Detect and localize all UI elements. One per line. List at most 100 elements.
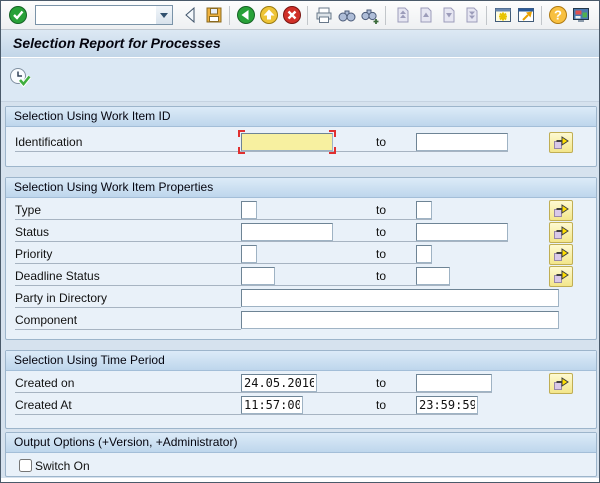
field-label: Identification (15, 135, 83, 149)
priority-to-input[interactable] (416, 245, 432, 263)
print-icon[interactable] (312, 4, 335, 27)
multiple-selection-button[interactable] (549, 222, 573, 243)
cancel-icon[interactable] (280, 4, 303, 27)
command-input[interactable] (35, 5, 173, 25)
exit-icon[interactable] (257, 4, 280, 27)
created-on-to-input[interactable] (416, 374, 492, 392)
save-icon[interactable] (202, 4, 225, 27)
section-output-options: Output Options (+Version, +Administrator… (5, 432, 597, 477)
field-row-status: Status to (6, 222, 596, 244)
toolbar-separator (229, 5, 230, 25)
priority-from-input[interactable] (241, 245, 257, 263)
field-label: Component (15, 313, 78, 327)
multiple-selection-button[interactable] (549, 266, 573, 287)
find-next-icon[interactable] (358, 4, 381, 27)
field-row-type: Type to (6, 200, 596, 222)
leader-line (15, 241, 508, 242)
bottom-strip (1, 478, 599, 482)
to-label: to (376, 203, 387, 217)
execute-icon[interactable] (7, 65, 33, 91)
identification-to-input[interactable] (416, 133, 508, 151)
switch-on-checkbox[interactable] (19, 459, 32, 472)
field-row-identification: Identification to (6, 130, 596, 154)
leader-line (15, 285, 450, 286)
first-page-icon[interactable] (390, 4, 413, 27)
type-from-input[interactable] (241, 201, 257, 219)
new-session-icon[interactable] (491, 4, 514, 27)
help-icon[interactable]: ? (546, 4, 569, 27)
created-on-from-input[interactable] (241, 374, 317, 392)
sap-window: ? Selection Report for Processes Selecti… (0, 0, 600, 483)
leader-line (15, 263, 432, 264)
field-row-party-in-directory: Party in Directory (6, 288, 596, 310)
page-up-icon[interactable] (413, 4, 436, 27)
section-time-period: Selection Using Time Period Created on t… (5, 350, 597, 429)
deadline-status-to-input[interactable] (416, 267, 450, 285)
leader-line (15, 219, 432, 220)
application-toolbar (1, 59, 599, 102)
collapse-command-field-icon[interactable] (179, 4, 202, 27)
command-field (35, 5, 173, 25)
field-label: Created on (15, 376, 75, 390)
field-row-deadline-status: Deadline Status to (6, 266, 596, 288)
section-work-item-id: Selection Using Work Item ID Identificat… (5, 106, 597, 167)
field-row-created-at: Created At to (6, 395, 596, 417)
identification-from-input[interactable] (241, 133, 333, 151)
command-dropdown-icon[interactable] (156, 6, 172, 24)
multiple-selection-button[interactable] (549, 132, 573, 153)
field-label: Type (15, 203, 42, 217)
create-shortcut-icon[interactable] (514, 4, 537, 27)
toolbar-separator (486, 5, 487, 25)
svg-text:?: ? (554, 8, 562, 23)
field-row-switch-on: Switch On (6, 455, 596, 477)
field-label: Created At (15, 398, 72, 412)
to-label: to (376, 247, 387, 261)
leader-line (15, 329, 241, 330)
deadline-status-from-input[interactable] (241, 267, 275, 285)
component-input[interactable] (241, 311, 559, 329)
to-label: to (376, 225, 387, 239)
field-row-priority: Priority to (6, 244, 596, 266)
status-to-input[interactable] (416, 223, 508, 241)
system-toolbar: ? (1, 1, 599, 30)
to-label: to (376, 269, 387, 283)
customize-layout-icon[interactable] (569, 4, 592, 27)
back-icon[interactable] (234, 4, 257, 27)
leader-line (15, 414, 478, 415)
to-label: to (376, 398, 387, 412)
page-title: Selection Report for Processes (1, 30, 599, 58)
focused-field-frame (238, 130, 336, 154)
multiple-selection-button[interactable] (549, 373, 573, 394)
section-header: Selection Using Work Item Properties (6, 178, 596, 198)
field-label: Deadline Status (15, 269, 100, 283)
field-label: Status (15, 225, 50, 239)
field-label: Priority (15, 247, 53, 261)
leader-line (15, 151, 508, 152)
toolbar-separator (541, 5, 542, 25)
leader-line (15, 392, 492, 393)
page-down-icon[interactable] (436, 4, 459, 27)
field-row-component: Component (6, 310, 596, 332)
to-label: to (376, 376, 387, 390)
find-icon[interactable] (335, 4, 358, 27)
field-row-created-on: Created on to (6, 373, 596, 395)
enter-icon[interactable] (6, 4, 29, 27)
checkbox-label: Switch On (35, 459, 90, 473)
to-label: to (376, 135, 387, 149)
status-from-input[interactable] (241, 223, 333, 241)
type-to-input[interactable] (416, 201, 432, 219)
section-header: Selection Using Work Item ID (6, 107, 596, 127)
toolbar-separator (385, 5, 386, 25)
multiple-selection-button[interactable] (549, 200, 573, 221)
section-work-item-properties: Selection Using Work Item Properties Typ… (5, 177, 597, 340)
leader-line (15, 307, 241, 308)
created-at-to-input[interactable] (416, 396, 478, 414)
party-in-directory-input[interactable] (241, 289, 559, 307)
toolbar-separator (307, 5, 308, 25)
last-page-icon[interactable] (459, 4, 482, 27)
field-label: Party in Directory (15, 291, 108, 305)
multiple-selection-button[interactable] (549, 244, 573, 265)
section-header: Output Options (+Version, +Administrator… (6, 433, 596, 453)
section-header: Selection Using Time Period (6, 351, 596, 371)
created-at-from-input[interactable] (241, 396, 303, 414)
